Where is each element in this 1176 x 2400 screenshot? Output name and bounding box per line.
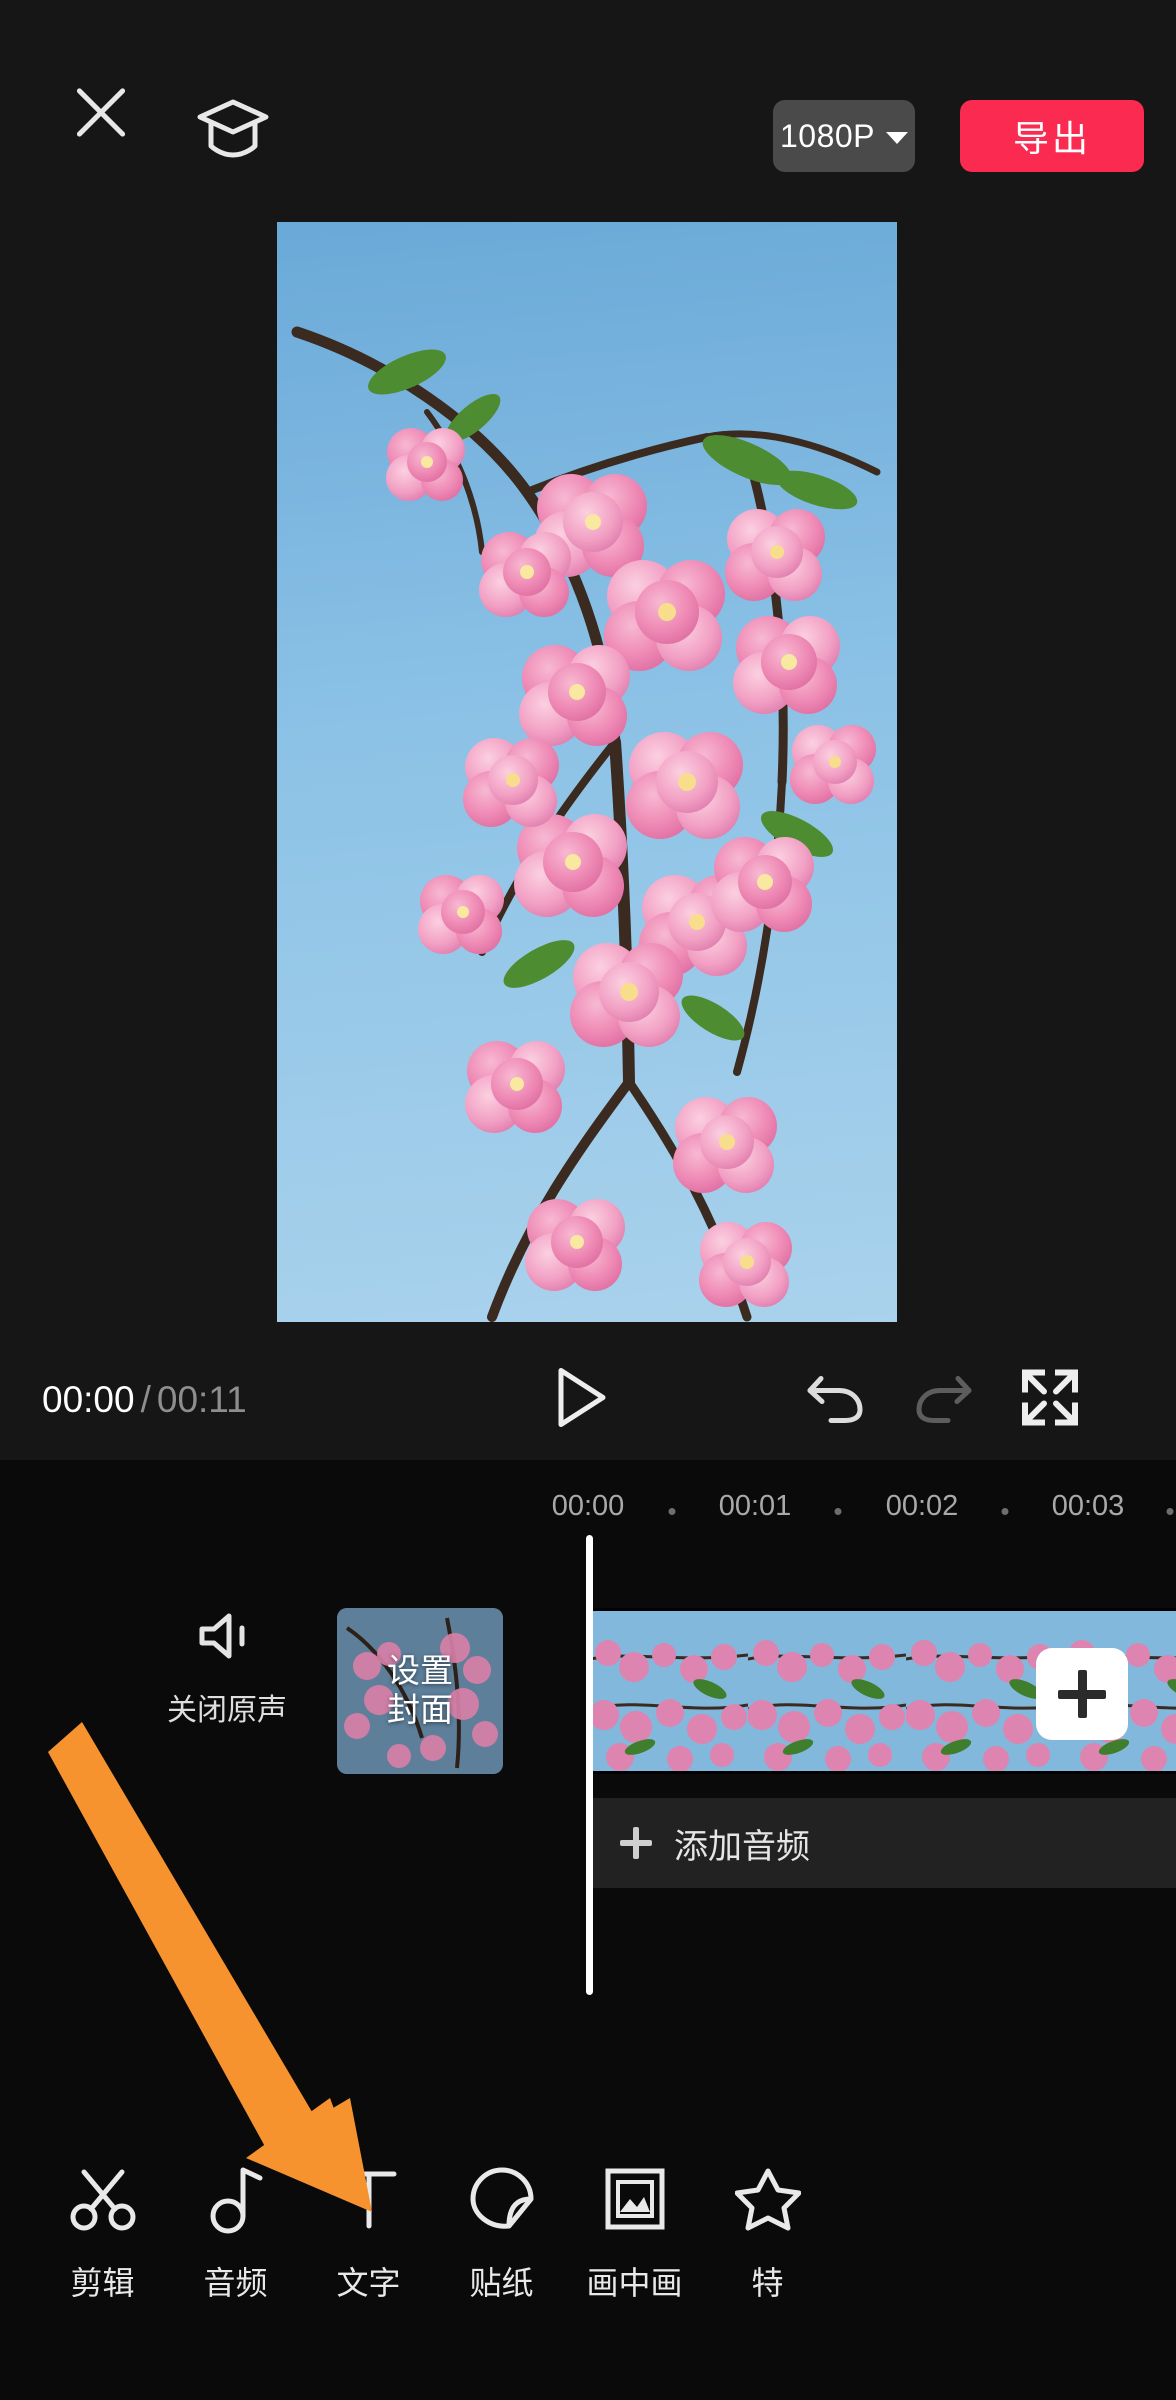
text-t-icon bbox=[338, 2164, 400, 2234]
redo-icon[interactable] bbox=[912, 1369, 974, 1432]
tool-label: 画中画 bbox=[586, 2265, 683, 2301]
total-time: 00:11 bbox=[156, 1379, 247, 1420]
playhead[interactable] bbox=[586, 1535, 593, 1995]
set-cover-label-line2: 封面 bbox=[387, 1691, 453, 1728]
tool-label: 特 bbox=[751, 2265, 784, 2301]
cherry-blossom-illustration bbox=[291, 326, 881, 1322]
set-cover-label-line1: 设置 bbox=[387, 1652, 453, 1690]
clip-thumbnail[interactable] bbox=[590, 1611, 748, 1771]
set-cover-button[interactable]: 设置 封面 bbox=[337, 1608, 503, 1774]
play-icon[interactable] bbox=[553, 1366, 609, 1435]
mute-original-audio-button[interactable]: 关闭原声 bbox=[152, 1610, 302, 1729]
add-audio-track-button[interactable]: 添加音频 bbox=[590, 1798, 1176, 1888]
mute-original-audio-label: 关闭原声 bbox=[167, 1694, 287, 1727]
ruler-tick-dot bbox=[1166, 1508, 1174, 1515]
ruler-tick-label: 00:03 bbox=[1051, 1490, 1125, 1522]
scissors-icon bbox=[68, 2164, 138, 2234]
ruler-tick-label: 00:02 bbox=[885, 1490, 959, 1522]
timeline-panel[interactable]: 00:00 00:01 00:02 00:03 关闭原声 设置 封面 添加音频 bbox=[0, 1460, 1176, 2250]
tool-label: 剪辑 bbox=[70, 2265, 135, 2301]
tool-text[interactable]: 文字 bbox=[302, 2164, 435, 2304]
add-clip-button[interactable] bbox=[1036, 1648, 1128, 1740]
clip-thumb-art bbox=[590, 1611, 748, 1771]
tool-label: 音频 bbox=[203, 2265, 268, 2301]
transport-bar: 00:00/00:11 bbox=[0, 1340, 1176, 1460]
resolution-label: 1080P bbox=[779, 117, 876, 154]
plus-icon bbox=[1077, 1670, 1087, 1718]
ruler-tick-label: 00:00 bbox=[551, 1490, 625, 1522]
clip-thumb-art bbox=[748, 1611, 906, 1771]
speaker-icon bbox=[196, 1610, 258, 1667]
fullscreen-icon[interactable] bbox=[1020, 1368, 1080, 1433]
graduation-cap-icon[interactable] bbox=[196, 96, 270, 162]
music-note-icon bbox=[206, 2164, 266, 2234]
tool-edit[interactable]: 剪辑 bbox=[36, 2164, 169, 2304]
top-header-bar: 1080P 导出 bbox=[0, 0, 1176, 185]
export-button[interactable]: 导出 bbox=[960, 100, 1144, 172]
video-preview-area[interactable] bbox=[0, 185, 1176, 1460]
current-time: 00:00 bbox=[42, 1379, 135, 1420]
close-icon[interactable] bbox=[68, 79, 134, 145]
tool-sticker[interactable]: 贴纸 bbox=[435, 2164, 568, 2304]
tool-label: 贴纸 bbox=[469, 2265, 534, 2301]
time-separator: / bbox=[140, 1379, 151, 1420]
ruler-tick-label: 00:01 bbox=[718, 1490, 792, 1522]
ruler-tick-dot bbox=[1001, 1508, 1009, 1515]
clip-thumbnail[interactable] bbox=[748, 1611, 906, 1771]
tool-audio[interactable]: 音频 bbox=[169, 2164, 302, 2304]
add-audio-label: 添加音频 bbox=[674, 1827, 810, 1866]
sticker-icon bbox=[469, 2164, 535, 2234]
undo-icon[interactable] bbox=[805, 1369, 867, 1432]
video-editor-screen: 1080P 导出 00:00 / 00:11 00:00 00:01 00:02… bbox=[0, 0, 1176, 2400]
timecode-display: 00:00/00:11 bbox=[42, 1379, 247, 1421]
tool-effects[interactable]: 特 bbox=[701, 2164, 834, 2304]
ruler-tick-dot bbox=[834, 1508, 842, 1515]
export-button-label: 导出 bbox=[1012, 118, 1091, 159]
video-preview-frame[interactable] bbox=[277, 222, 897, 1322]
set-cover-label-wrap: 设置 封面 bbox=[337, 1608, 503, 1774]
bottom-toolbar: 剪辑 音频 文字 贴纸 画中画 特 bbox=[0, 2150, 1176, 2400]
ruler-tick-dot bbox=[668, 1508, 676, 1515]
plus-icon bbox=[620, 1827, 652, 1859]
tool-label: 文字 bbox=[336, 2265, 401, 2301]
star-effects-icon bbox=[734, 2164, 801, 2234]
chevron-down-icon bbox=[886, 131, 909, 144]
tool-picture-in-picture[interactable]: 画中画 bbox=[568, 2164, 701, 2304]
resolution-selector[interactable]: 1080P bbox=[773, 100, 915, 172]
picture-in-picture-icon bbox=[603, 2164, 667, 2234]
